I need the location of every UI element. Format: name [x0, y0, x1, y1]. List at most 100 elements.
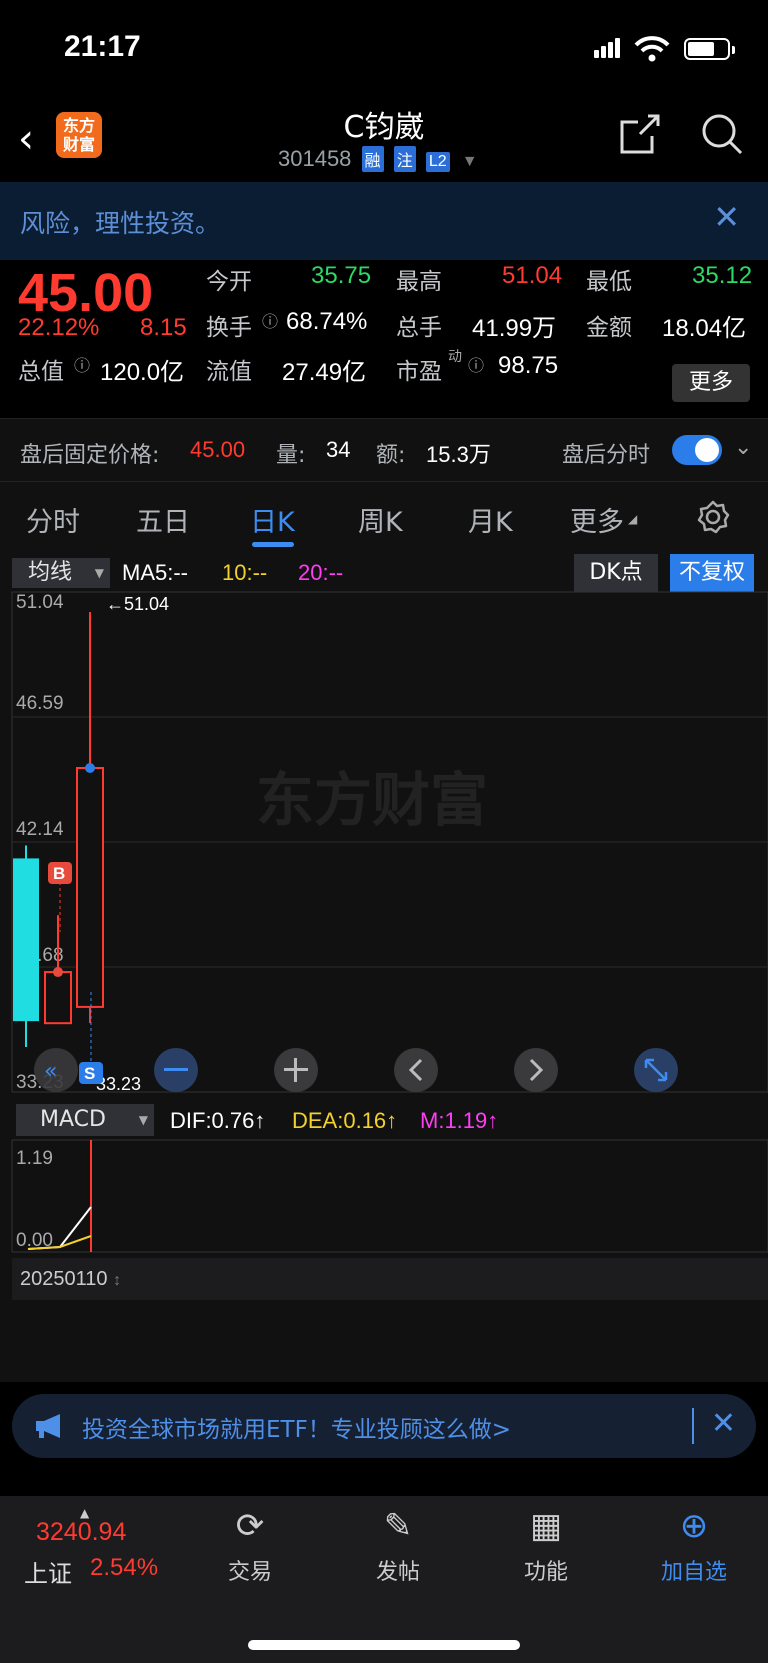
stock-code-row[interactable]: 301458 融 注 L2 ▼: [278, 146, 478, 172]
etf-banner[interactable]: 投资全球市场就用ETF！专业投顾这么做> ✕: [12, 1394, 756, 1458]
settings-icon[interactable]: [696, 500, 730, 534]
open-value: 35.75: [311, 262, 372, 289]
candle-body: [13, 858, 39, 1022]
tab-more[interactable]: 更多: [570, 500, 624, 539]
risk-banner: 风险，理性投资。 ✕: [0, 182, 768, 260]
info-icon[interactable]: ⓘ: [468, 352, 484, 376]
date-bar: 20250110 ↕: [12, 1258, 768, 1300]
index-pct[interactable]: 2.54%: [90, 1554, 158, 1582]
nav-post[interactable]: ✎ 发帖: [348, 1506, 448, 1586]
chevron-down-icon[interactable]: ⌄: [734, 435, 752, 460]
more-arrow-icon: ◢: [628, 512, 638, 526]
volume-label: 总手: [396, 315, 442, 341]
period-tabs: 分时 五日 日K 周K 月K 更多 ◢: [0, 482, 768, 552]
info-icon[interactable]: ⓘ: [262, 308, 278, 332]
share-icon[interactable]: [618, 112, 662, 156]
etf-text: 投资全球市场就用ETF！专业投顾这么做>: [82, 1417, 512, 1443]
quote-panel: 45.00 22.12% 8.15 今开 35.75 最高 51.04 最低 3…: [0, 260, 768, 418]
add-circle-icon: ⊕: [679, 1506, 709, 1546]
dropdown-icon: ▼: [461, 153, 478, 170]
tab-monthly-k[interactable]: 月K: [468, 500, 513, 539]
after-price: 45.00: [190, 437, 246, 462]
scroll-left-button[interactable]: [394, 1048, 438, 1092]
high-label: 最高: [396, 269, 442, 295]
dea-label: DEA:0.16↑: [292, 1108, 398, 1133]
volume-value: 41.99万: [472, 315, 557, 342]
megaphone-icon: [36, 1414, 60, 1438]
active-tab-indicator: [252, 542, 294, 547]
sell-marker-label: S: [84, 1064, 95, 1083]
pe-value: 98.75: [498, 352, 559, 379]
amount-label: 金额: [586, 315, 632, 341]
after-hours-toggle[interactable]: [672, 435, 722, 465]
home-indicator: [248, 1640, 520, 1650]
grid-icon: ▦: [529, 1506, 563, 1546]
float-value: 27.49亿: [282, 359, 367, 386]
candle-body: [76, 767, 104, 1008]
close-icon[interactable]: ✕: [713, 198, 740, 236]
search-icon[interactable]: [700, 112, 744, 156]
bottom-bar: ▲ 3240.94 上证 2.54% ⟳ 交易 ✎ 发帖 ▦ 功能 ⊕ 加自选: [0, 1496, 768, 1663]
svg-text:«: «: [44, 1059, 57, 1084]
stock-header: ‹ 东方 财富 C钧崴 301458 融 注 L2 ▼: [0, 96, 768, 182]
tab-5day[interactable]: 五日: [136, 500, 190, 539]
pe-label: 市盈: [396, 359, 442, 385]
y-tick-46: 46.59: [16, 693, 64, 714]
change-value: 8.15: [140, 314, 187, 341]
nav-functions[interactable]: ▦ 功能: [496, 1506, 596, 1586]
after-amt-label: 额:: [376, 443, 406, 468]
nav-add-watchlist[interactable]: ⊕ 加自选: [644, 1506, 744, 1586]
kline-chart-panel: 均线 ▼ MA5:-- 10:-- 20:-- DK点 不复权 东方财富 51.0…: [0, 552, 768, 1382]
more-button[interactable]: 更多: [672, 364, 750, 402]
mcap-value: 120.0亿: [100, 359, 185, 386]
mcap-label: 总值: [18, 359, 64, 385]
after-price-label: 盘后固定价格:: [20, 443, 160, 468]
scroll-left-fast-button[interactable]: «: [34, 1048, 78, 1092]
after-timeshare-label: 盘后分时: [562, 443, 651, 468]
tag-margin: 融: [361, 146, 384, 172]
low-value: 35.12: [692, 262, 753, 289]
amount-value: 18.04亿: [662, 315, 747, 342]
trade-point-dot: [85, 763, 95, 774]
y-tick-42: 42.14: [16, 819, 64, 840]
m-label: M:1.19↑: [420, 1108, 499, 1133]
after-vol-label: 量:: [276, 443, 306, 468]
after-vol: 34: [326, 437, 351, 462]
nav-trade[interactable]: ⟳ 交易: [200, 1506, 300, 1586]
fullscreen-button[interactable]: [634, 1048, 678, 1092]
high-value: 51.04: [502, 262, 563, 289]
tab-weekly-k[interactable]: 周K: [358, 500, 403, 539]
tag-l2: L2: [425, 152, 450, 172]
tab-daily-k[interactable]: 日K: [250, 500, 295, 539]
buy-marker-label: B: [53, 864, 65, 883]
trade-point-dot: [53, 967, 63, 978]
info-icon[interactable]: ⓘ: [74, 352, 90, 376]
macd-selector[interactable]: MACD ▼: [16, 1104, 154, 1136]
low-label: 最低: [586, 269, 632, 295]
index-name[interactable]: 上证: [24, 1554, 72, 1589]
date-label: 20250110: [20, 1268, 108, 1290]
tab-timeshare[interactable]: 分时: [26, 500, 80, 539]
after-hours-bar: 盘后固定价格: 45.00 量: 34 额: 15.3万 盘后分时 ⌄: [0, 418, 768, 482]
index-value[interactable]: 3240.94: [36, 1518, 126, 1547]
status-time: 21:17: [64, 30, 141, 63]
yen-cycle-icon: ⟳: [235, 1506, 265, 1546]
signal-icon: [594, 38, 622, 58]
close-icon[interactable]: ✕: [711, 1406, 736, 1441]
change-pct: 22.12%: [18, 314, 100, 341]
after-amt: 15.3万: [426, 442, 491, 467]
high-marker: ←51.04: [106, 594, 169, 614]
zoom-out-button[interactable]: [154, 1048, 198, 1092]
turnover-label: 换手: [206, 315, 252, 341]
zoom-in-button[interactable]: [274, 1048, 318, 1092]
turnover-value: 68.74%: [286, 308, 368, 335]
open-label: 今开: [206, 269, 252, 295]
macd-tick-top: 1.19: [16, 1148, 53, 1169]
battery-icon: [684, 38, 735, 60]
status-bar: 21:17: [0, 0, 768, 96]
tag-registered: 注: [393, 146, 416, 172]
candle-body: [44, 971, 72, 1025]
scroll-right-button[interactable]: [514, 1048, 558, 1092]
pe-sup: 动: [448, 349, 462, 365]
wifi-icon: [634, 36, 670, 62]
